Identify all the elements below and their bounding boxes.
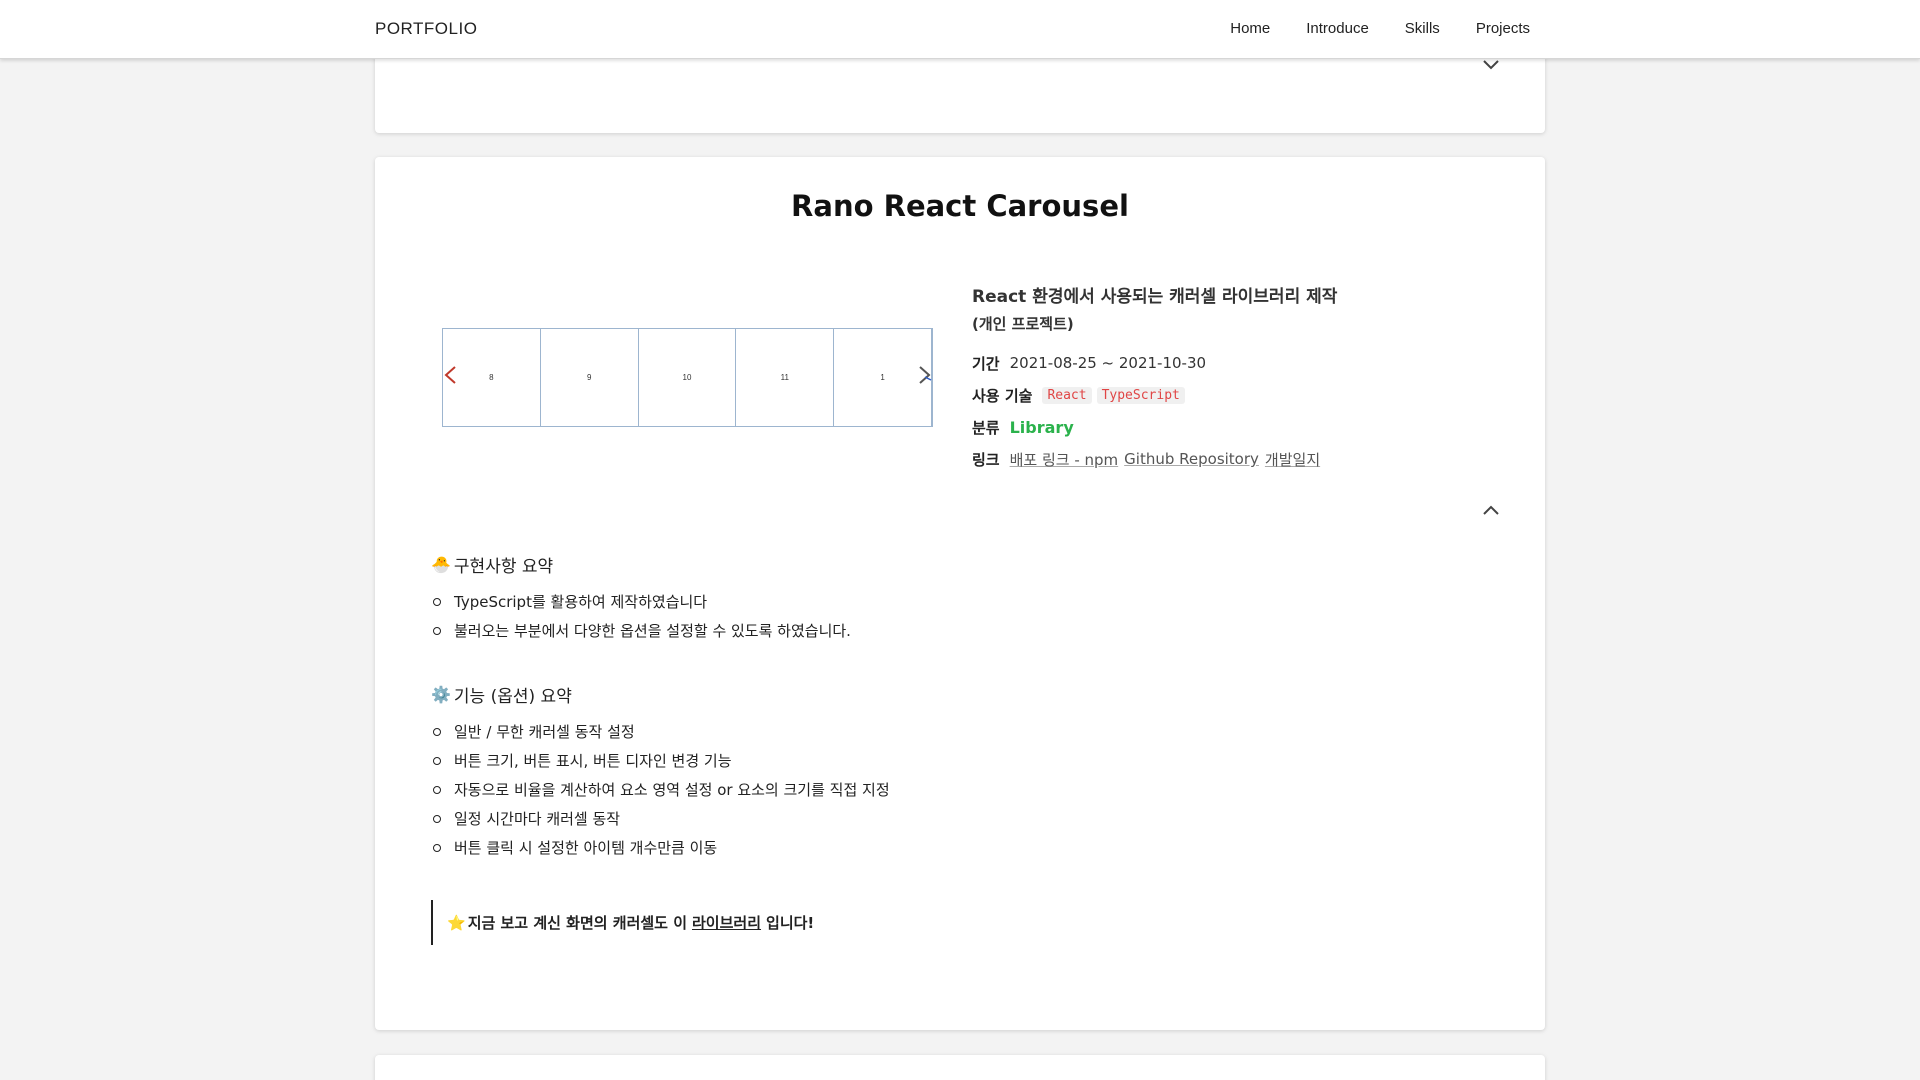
- nav-link-skills[interactable]: Skills: [1405, 20, 1440, 37]
- period-row: 기간 2021-08-25 ~ 2021-10-30: [972, 347, 1492, 379]
- chevron-left-icon: [442, 364, 460, 386]
- github-repository-link[interactable]: Github Repository: [1124, 450, 1259, 468]
- chevron-right-icon: [915, 364, 933, 386]
- hatching-chick-icon: 🐣: [431, 555, 451, 574]
- list-item: 버튼 클릭 시 설정한 아이템 개수만큼 이동: [431, 833, 890, 862]
- npm-link[interactable]: 배포 링크 - npm: [1010, 449, 1119, 470]
- list-item: 불러오는 부분에서 다양한 옵션을 설정할 수 있도록 하였습니다.: [431, 616, 851, 645]
- features-section-title: ⚙️ 기능 (옵션) 요약: [431, 682, 572, 707]
- period-value: 2021-08-25 ~ 2021-10-30: [1009, 354, 1207, 372]
- project-title: Rano React Carousel: [791, 189, 1129, 223]
- list-item: 일반 / 무한 캐러셀 동작 설정: [431, 717, 890, 746]
- carousel-slide: 11: [736, 329, 835, 426]
- category-row: 분류 Library: [972, 411, 1492, 443]
- star-icon: ⭐: [447, 913, 466, 932]
- features-title-text: 기능 (옵션) 요약: [453, 687, 572, 707]
- summary-section-title: 🐣 구현사항 요약: [431, 552, 553, 577]
- project-heading: React 환경에서 사용되는 캐러셀 라이브러리 제작: [972, 287, 1338, 307]
- period-label: 기간: [972, 354, 1000, 373]
- tech-label: 사용 기술: [972, 386, 1033, 405]
- tech-tag-typescript: TypeScript: [1096, 386, 1185, 404]
- collapse-chevron-up-icon[interactable]: [1480, 500, 1502, 522]
- next-project-card: [375, 1055, 1545, 1080]
- nav-links: Home Introduce Skills Projects: [1194, 20, 1530, 37]
- top-navbar: PORTFOLIO Home Introduce Skills Projects: [0, 0, 1920, 59]
- callout-text-before: 지금 보고 계신 화면의 캐러셀도 이: [467, 914, 687, 932]
- summary-title-text: 구현사항 요약: [453, 557, 554, 577]
- category-value: Library: [1009, 417, 1074, 437]
- gear-icon: ⚙️: [431, 685, 451, 704]
- project-card-rano-react-carousel: Rano React Carousel 8 9 10 11 1 React 환경…: [375, 157, 1545, 1030]
- callout-quote: ⭐ 지금 보고 계신 화면의 캐러셀도 이 라이브러리 입니다!: [431, 900, 814, 945]
- nav-link-home[interactable]: Home: [1230, 20, 1270, 37]
- list-item: 자동으로 비율을 계산하여 요소 영역 설정 or 요소의 크기를 직접 지정: [431, 775, 890, 804]
- list-item: 일정 시간마다 캐러셀 동작: [431, 804, 890, 833]
- nav-link-introduce[interactable]: Introduce: [1306, 20, 1369, 37]
- brand-logo-text[interactable]: PORTFOLIO: [375, 19, 477, 39]
- list-item: TypeScript를 활용하여 제작하였습니다: [431, 587, 851, 616]
- tech-tag-react: React: [1042, 386, 1092, 404]
- links-label: 링크: [972, 450, 1000, 469]
- carousel-slide: 10: [639, 329, 737, 426]
- links-row: 링크 배포 링크 - npm Github Repository 개발일지: [972, 443, 1492, 475]
- nav-link-projects[interactable]: Projects: [1476, 20, 1530, 37]
- features-list: 일반 / 무한 캐러셀 동작 설정 버튼 크기, 버튼 표시, 버튼 디자인 변…: [431, 717, 890, 862]
- tech-row: 사용 기술 React TypeScript: [972, 379, 1492, 411]
- category-label: 분류: [972, 418, 1000, 437]
- summary-list: TypeScript를 활용하여 제작하였습니다 불러오는 부분에서 다양한 옵…: [431, 587, 851, 645]
- callout-text-after: 입니다!: [766, 914, 815, 932]
- project-info: React 환경에서 사용되는 캐러셀 라이브러리 제작 (개인 프로젝트) 기…: [972, 283, 1492, 475]
- carousel-slide: 9: [541, 329, 639, 426]
- library-link[interactable]: 라이브러리: [692, 912, 761, 933]
- dev-log-link[interactable]: 개발일지: [1265, 449, 1320, 470]
- carousel-preview-image: 8 9 10 11 1: [442, 328, 933, 427]
- list-item: 버튼 크기, 버튼 표시, 버튼 디자인 변경 기능: [431, 746, 890, 775]
- project-type: (개인 프로젝트): [972, 315, 1074, 333]
